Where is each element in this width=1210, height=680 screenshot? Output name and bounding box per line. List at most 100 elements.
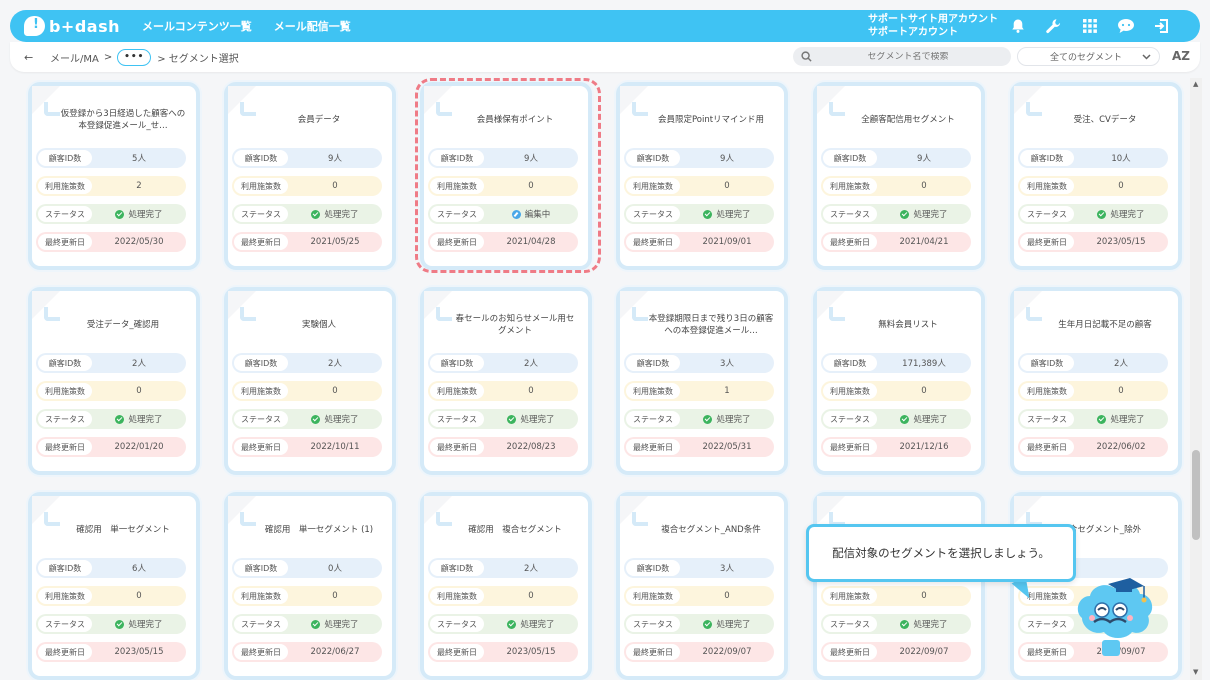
card-row-status: ステータス 処理完了 xyxy=(624,204,774,224)
segment-card[interactable]: 全顧客配信用セグメント 顧客ID数 9人 利用施策数 0 ステータス 処理完了 最終更新日 20… xyxy=(813,82,985,270)
row-value-text: 1 xyxy=(724,386,730,396)
segment-card[interactable]: 確認用 複合セグメント 顧客ID数 2人 利用施策数 0 ステータス 処理完了 最終更新日 20… xyxy=(420,492,592,680)
mascot-icon xyxy=(1064,560,1164,660)
check-circle-icon xyxy=(900,619,910,629)
row-label: 最終更新日 xyxy=(430,644,484,660)
scroll-down-icon[interactable]: ▼ xyxy=(1193,668,1198,676)
row-label: ステータス xyxy=(38,206,92,222)
row-value: 6人 xyxy=(94,558,184,578)
grid-icon[interactable] xyxy=(1080,16,1100,36)
segment-card[interactable]: 会員限定Pointリマインド用 顧客ID数 9人 利用施策数 0 ステータス 処理完了 最終更… xyxy=(616,82,788,270)
row-value: 0 xyxy=(486,586,576,606)
breadcrumb-mail-ma[interactable]: メール/MA xyxy=(50,50,99,65)
row-value: 0 xyxy=(486,381,576,401)
row-value: 2021/05/25 xyxy=(290,232,380,252)
document-fold-icon xyxy=(436,307,452,321)
segment-card[interactable]: 本登録期限日まで残り3日の顧客への本登録促進メール… 顧客ID数 3人 利用施策数 1 ス… xyxy=(616,287,788,475)
nav-mail-delivery[interactable]: メール配信一覧 xyxy=(274,18,351,34)
document-fold-icon xyxy=(632,307,648,321)
wrench-icon[interactable] xyxy=(1043,16,1063,36)
row-value-text: 処理完了 xyxy=(324,620,359,630)
check-circle-icon xyxy=(115,414,125,424)
check-circle-icon xyxy=(115,619,125,629)
row-label: ステータス xyxy=(38,411,92,427)
document-fold-icon xyxy=(44,307,60,321)
segment-card[interactable]: 会員様保有ポイント 顧客ID数 9人 利用施策数 0 ステータス 編集中 最終更新日 2021/… xyxy=(420,82,592,270)
segment-card[interactable]: 生年月日記載不足の顧客 顧客ID数 2人 利用施策数 0 ステータス 処理完了 最終更新日 20… xyxy=(1010,287,1182,475)
account-info[interactable]: サポートサイト用アカウント サポートアカウント xyxy=(868,13,998,39)
check-circle-icon xyxy=(1097,414,1107,424)
scrollbar-thumb[interactable] xyxy=(1192,450,1200,540)
row-label: 最終更新日 xyxy=(626,234,680,250)
card-title: 実験個人 xyxy=(301,320,336,330)
card-row-count: 顧客ID数 2人 xyxy=(36,353,186,373)
back-arrow-icon[interactable]: ← xyxy=(24,51,38,64)
row-value: 処理完了 xyxy=(879,409,969,429)
scrollbar-track[interactable] xyxy=(1190,78,1202,680)
segment-card[interactable]: 仮登録から3日経過した顧客への本登録促進メール_せ… 顧客ID数 5人 利用施策数 2 ス… xyxy=(28,82,200,270)
row-value-text: 2人 xyxy=(328,359,342,369)
segment-card[interactable]: 実験個人 顧客ID数 2人 利用施策数 0 ステータス 処理完了 最終更新日 2022/10/1… xyxy=(224,287,396,475)
card-row-updated: 最終更新日 2023/05/15 xyxy=(428,642,578,662)
row-value-text: 2021/09/01 xyxy=(702,237,752,247)
chevron-down-icon xyxy=(1142,53,1151,63)
check-circle-icon xyxy=(115,209,125,219)
row-value: 0 xyxy=(94,381,184,401)
row-label: ステータス xyxy=(430,206,484,222)
row-value-text: 処理完了 xyxy=(128,415,163,425)
row-label: 利用施策数 xyxy=(234,588,288,604)
card-row-count: 顧客ID数 2人 xyxy=(1018,353,1168,373)
row-value-text: 9人 xyxy=(720,154,734,164)
segment-card[interactable]: 顧客ID数利用施策数0ステータス処理完了最終更新日2022/09/07 xyxy=(813,492,985,680)
segment-card[interactable]: 会員データ 顧客ID数 9人 利用施策数 0 ステータス 処理完了 最終更新日 2021/05/… xyxy=(224,82,396,270)
segment-filter-select[interactable]: 全てのセグメント xyxy=(1017,47,1160,66)
card-row-status: ステータス 編集中 xyxy=(428,204,578,224)
segment-card[interactable]: 受注データ_確認用 顧客ID数 2人 利用施策数 0 ステータス 処理完了 最終更新日 2022… xyxy=(28,287,200,475)
row-label: 利用施策数 xyxy=(234,383,288,399)
row-value-text: 0 xyxy=(332,386,338,396)
row-value-text: 9人 xyxy=(917,154,931,164)
bell-icon[interactable] xyxy=(1008,16,1028,36)
check-circle-icon xyxy=(311,619,321,629)
row-label: ステータス xyxy=(626,206,680,222)
pencil-icon xyxy=(511,209,521,219)
card-row-usage: 利用施策数 0 xyxy=(36,381,186,401)
row-label: 顧客ID数 xyxy=(626,150,680,166)
check-circle-icon xyxy=(311,209,321,219)
row-value: 5人 xyxy=(94,148,184,168)
row-value: 処理完了 xyxy=(486,409,576,429)
row-value-text: 2023/05/15 xyxy=(1096,237,1146,247)
sort-az-button[interactable]: AZ xyxy=(1172,49,1190,63)
nav-mail-contents[interactable]: メールコンテンツ一覧 xyxy=(142,18,252,34)
segment-card[interactable]: 無料会員リスト 顧客ID数 171,389人 利用施策数 0 ステータス 処理完了 最終更新日… xyxy=(813,287,985,475)
row-value: 2022/05/30 xyxy=(94,232,184,252)
segment-card[interactable]: 春セールのお知らせメール用セグメント 顧客ID数 2人 利用施策数 0 ステータス 処理完了… xyxy=(420,287,592,475)
row-label: 顧客ID数 xyxy=(38,150,92,166)
row-value-text: 処理完了 xyxy=(520,415,555,425)
row-value-text: 0 xyxy=(1118,386,1124,396)
row-value: 2022/09/07 xyxy=(879,642,969,662)
segment-card[interactable]: 確認用 単一セグメント (1) 顧客ID数 0人 利用施策数 0 ステータス 処理完了 最終更… xyxy=(224,492,396,680)
row-label: 利用施策数 xyxy=(1020,178,1074,194)
card-row-updated: 最終更新日 2023/05/15 xyxy=(1018,232,1168,252)
logo[interactable]: b+dash xyxy=(24,16,120,36)
segment-card[interactable]: 受注、CVデータ 顧客ID数 10人 利用施策数 0 ステータス 処理完了 最終更新日 2023… xyxy=(1010,82,1182,270)
segment-card[interactable]: 確認用 単一セグメント 顧客ID数 6人 利用施策数 0 ステータス 処理完了 最終更新日 20… xyxy=(28,492,200,680)
row-value: 2023/05/15 xyxy=(486,642,576,662)
segment-card[interactable]: 複合セグメント_AND条件 顧客ID数 3人 利用施策数 0 ステータス 処理完了 最終更新日… xyxy=(616,492,788,680)
card-row-status: ステータス 処理完了 xyxy=(36,204,186,224)
search-input[interactable] xyxy=(813,51,1003,62)
chat-icon[interactable] xyxy=(1116,16,1136,36)
row-value: 0 xyxy=(290,381,380,401)
row-value: 処理完了 xyxy=(290,614,380,634)
row-value-text: 2022/06/27 xyxy=(310,647,360,657)
row-value-text: 2022/06/02 xyxy=(1096,442,1146,452)
document-fold-icon xyxy=(1026,102,1042,116)
breadcrumb-ellipsis-button[interactable]: ••• xyxy=(117,48,152,66)
check-circle-icon xyxy=(703,209,713,219)
logout-icon[interactable] xyxy=(1152,16,1172,36)
document-fold-icon xyxy=(632,512,648,526)
scroll-up-icon[interactable]: ▲ xyxy=(1193,80,1198,88)
row-label: 顧客ID数 xyxy=(430,355,484,371)
row-value-text: 2021/04/21 xyxy=(899,237,949,247)
